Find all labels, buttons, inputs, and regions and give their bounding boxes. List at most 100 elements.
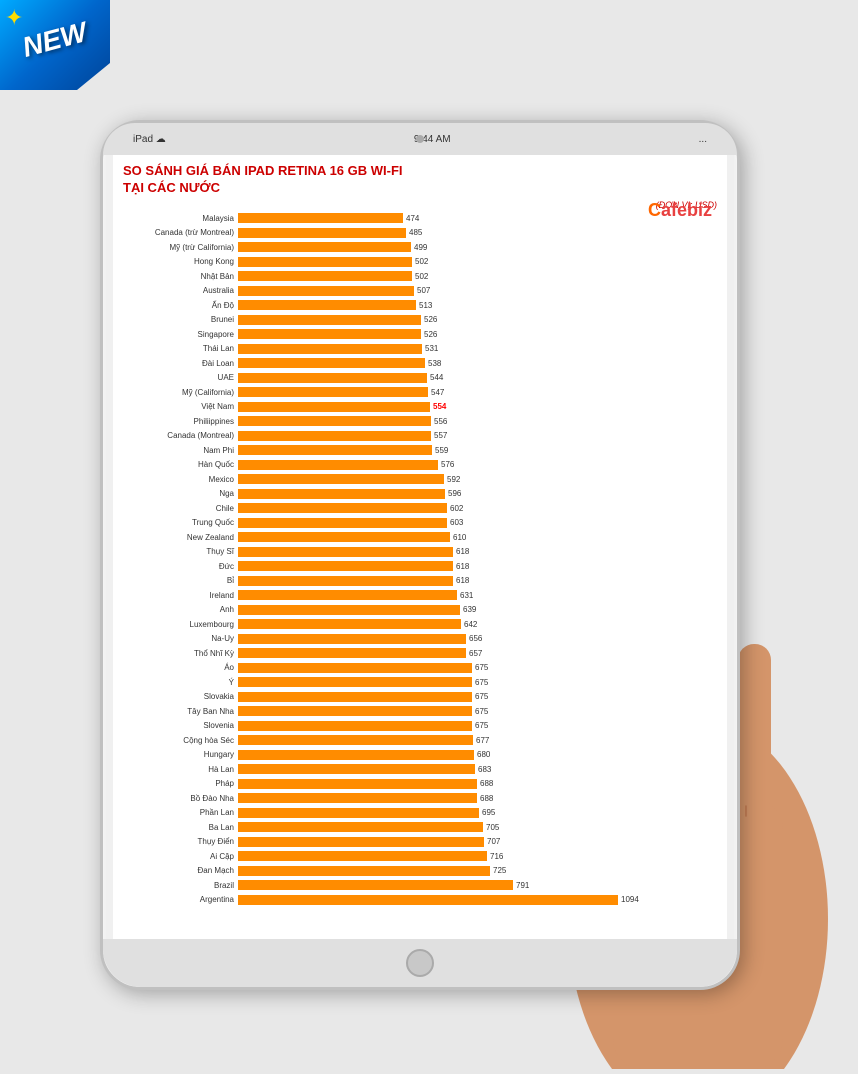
country-label: Slovenia <box>123 721 238 730</box>
country-label: Trung Quốc <box>123 518 238 527</box>
country-label: Pháp <box>123 779 238 788</box>
bar-area: 725 <box>238 866 717 876</box>
table-row: Malaysia 474 <box>123 212 717 225</box>
bar <box>238 431 431 441</box>
country-label: Luxembourg <box>123 620 238 629</box>
bar-area: 680 <box>238 750 717 760</box>
bar <box>238 822 483 832</box>
bar-area: 513 <box>238 300 717 310</box>
bar <box>238 329 421 339</box>
bar-value: 680 <box>477 750 490 759</box>
bar <box>238 373 427 383</box>
bar <box>238 808 479 818</box>
bar-value: 688 <box>480 779 493 788</box>
bar-area: 707 <box>238 837 717 847</box>
bar <box>238 532 450 542</box>
bar-value: 554 <box>433 402 446 411</box>
bar-area: 602 <box>238 503 717 513</box>
bar-area: 631 <box>238 590 717 600</box>
ipad-top-bar: iPad ☁ 9:44 AM ... <box>103 123 737 155</box>
country-label: Việt Nam <box>123 402 238 411</box>
table-row: Luxembourg 642 <box>123 618 717 631</box>
bar <box>238 489 445 499</box>
table-row: Ireland 631 <box>123 589 717 602</box>
table-row: Ai Cập 716 <box>123 850 717 863</box>
bar-value: 1094 <box>621 895 639 904</box>
bar-value: 526 <box>424 315 437 324</box>
star-icon: ✦ <box>5 5 23 31</box>
table-row: Hong Kong 502 <box>123 255 717 268</box>
table-row: Thụy Điển 707 <box>123 835 717 848</box>
bar-area: 688 <box>238 779 717 789</box>
bar-value: 675 <box>475 692 488 701</box>
country-label: Malaysia <box>123 214 238 223</box>
bar-area: 675 <box>238 677 717 687</box>
table-row: Áo 675 <box>123 661 717 674</box>
bar-value: 474 <box>406 214 419 223</box>
chart-rows: Malaysia 474 Canada (trừ Montreal) 485 M… <box>123 212 717 907</box>
country-label: Argentina <box>123 895 238 904</box>
new-badge-text: NEW <box>19 16 90 64</box>
table-row: Slovenia 675 <box>123 719 717 732</box>
bar-area: 618 <box>238 561 717 571</box>
country-label: Ireland <box>123 591 238 600</box>
bar-value: 657 <box>469 649 482 658</box>
bar-value: 618 <box>456 547 469 556</box>
bar-area: 656 <box>238 634 717 644</box>
bar-area: 705 <box>238 822 717 832</box>
table-row: Australia 507 <box>123 284 717 297</box>
table-row: Hàn Quốc 576 <box>123 458 717 471</box>
country-label: Ý <box>123 678 238 687</box>
home-button[interactable] <box>406 949 434 977</box>
bar-value: 618 <box>456 576 469 585</box>
bar <box>238 677 472 687</box>
country-label: Đài Loan <box>123 359 238 368</box>
table-row: Ấn Độ 513 <box>123 299 717 312</box>
bar-value: 538 <box>428 359 441 368</box>
bar-area: 642 <box>238 619 717 629</box>
bar-area: 675 <box>238 721 717 731</box>
country-label: Nga <box>123 489 238 498</box>
chart-title: SO SÁNH GIÁ BÁN IPAD RETINA 16 GB WI-FI … <box>123 163 717 197</box>
table-row: Nam Phi 559 <box>123 444 717 457</box>
bar <box>238 895 618 905</box>
ipad-bottom-bar <box>103 939 737 987</box>
bar <box>238 605 460 615</box>
bar-value: 592 <box>447 475 460 484</box>
unit-label: (ĐƠN VỊ: USD) <box>123 200 717 210</box>
country-label: Cộng hòa Séc <box>123 736 238 745</box>
country-label: Đan Mạch <box>123 866 238 875</box>
bar-area: 716 <box>238 851 717 861</box>
table-row: Mỹ (California) 547 <box>123 386 717 399</box>
table-row: Tây Ban Nha 675 <box>123 705 717 718</box>
bar-value: 688 <box>480 794 493 803</box>
table-row: Na-Uy 656 <box>123 632 717 645</box>
bar <box>238 750 474 760</box>
country-label: Mỹ (trừ California) <box>123 243 238 252</box>
bar <box>238 445 432 455</box>
country-label: Bồ Đào Nha <box>123 794 238 803</box>
bar <box>238 503 447 513</box>
bar <box>238 257 412 267</box>
bar <box>238 721 472 731</box>
bar <box>238 416 431 426</box>
bar <box>238 634 466 644</box>
bar <box>238 880 513 890</box>
bar <box>238 692 472 702</box>
ipad-device: iPad ☁ 9:44 AM ... SO SÁNH GIÁ BÁN IPAD … <box>100 120 740 990</box>
table-row: Argentina 1094 <box>123 893 717 906</box>
country-label: Bỉ <box>123 576 238 585</box>
bar-area: 547 <box>238 387 717 397</box>
table-row: Thụy Sĩ 618 <box>123 545 717 558</box>
bar-value: 675 <box>475 678 488 687</box>
bar-value: 502 <box>415 272 428 281</box>
table-row: Pháp 688 <box>123 777 717 790</box>
bar-area: 1094 <box>238 895 717 905</box>
country-label: Na-Uy <box>123 634 238 643</box>
bar-value: 502 <box>415 257 428 266</box>
bar <box>238 663 472 673</box>
bar <box>238 387 428 397</box>
bar-area: 526 <box>238 315 717 325</box>
bar-area: 531 <box>238 344 717 354</box>
bar-value: 705 <box>486 823 499 832</box>
